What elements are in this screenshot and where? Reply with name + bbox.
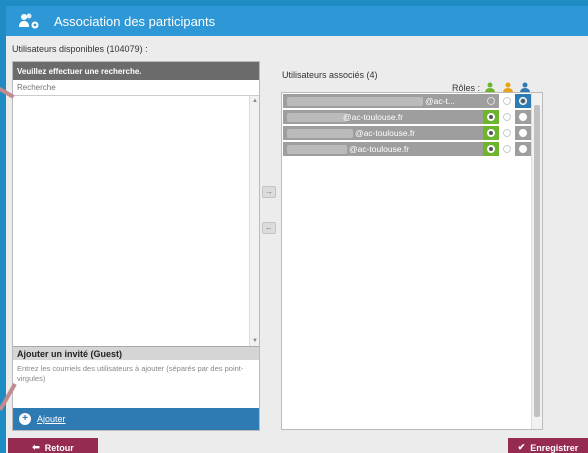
associated-user-row[interactable]: @ac-toulouse.fr bbox=[283, 110, 531, 125]
move-right-button[interactable]: → bbox=[262, 186, 276, 198]
search-input[interactable] bbox=[17, 83, 255, 92]
dialog-window: Association des participants Utilisateur… bbox=[6, 6, 588, 453]
role-moderator-radio[interactable] bbox=[499, 94, 515, 108]
back-button-label: Retour bbox=[44, 442, 74, 453]
guest-section-header: Ajouter un invité (Guest) bbox=[13, 346, 259, 360]
user-email: @ac-t... bbox=[425, 96, 455, 106]
available-users-panel: Veuillez effectuer une recherche. ▲ ▼ Aj… bbox=[12, 61, 260, 431]
redacted-name bbox=[287, 97, 423, 106]
role-owner-radio[interactable] bbox=[515, 126, 531, 140]
move-left-button[interactable]: ← bbox=[262, 222, 276, 234]
available-users-label: Utilisateurs disponibles (104079) : bbox=[12, 44, 148, 54]
check-icon: ✔ bbox=[517, 442, 526, 452]
dialog-titlebar: Association des participants bbox=[6, 6, 588, 36]
role-owner-radio[interactable] bbox=[515, 94, 531, 108]
associated-user-row[interactable]: @ac-t... bbox=[283, 94, 531, 109]
role-participant-radio[interactable] bbox=[483, 94, 499, 108]
available-list-scrollbar[interactable]: ▲ ▼ bbox=[249, 96, 259, 346]
available-users-header: Veuillez effectuer une recherche. bbox=[13, 62, 259, 80]
associated-user-row[interactable]: @ac-toulouse.fr bbox=[283, 126, 531, 141]
redacted-name bbox=[287, 129, 353, 138]
associated-users-panel: @ac-t... @ac-toulouse.fr @ac-toulouse.fr… bbox=[281, 92, 543, 430]
search-box bbox=[13, 80, 259, 96]
role-moderator-radio[interactable] bbox=[499, 142, 515, 156]
user-email: @ac-toulouse.fr bbox=[355, 128, 416, 138]
scrollbar-thumb[interactable] bbox=[534, 105, 540, 417]
user-email: @ac-toulouse.fr bbox=[349, 144, 410, 154]
dialog-title: Association des participants bbox=[54, 13, 216, 29]
available-users-list[interactable]: ▲ ▼ bbox=[13, 96, 259, 346]
role-participant-radio[interactable] bbox=[483, 110, 499, 124]
save-button-label: Enregistrer bbox=[530, 442, 579, 453]
scroll-up-icon[interactable]: ▲ bbox=[251, 97, 259, 105]
guest-emails-textarea[interactable]: Entrez les courriels des utilisateurs à … bbox=[13, 360, 259, 408]
add-guest-label: Ajouter bbox=[37, 414, 66, 424]
save-button[interactable]: ✔ Enregistrer bbox=[508, 438, 588, 453]
role-owner-radio[interactable] bbox=[515, 110, 531, 124]
role-participant-radio[interactable] bbox=[483, 142, 499, 156]
role-participant-radio[interactable] bbox=[483, 126, 499, 140]
associated-users-label: Utilisateurs associés (4) bbox=[282, 70, 378, 80]
role-moderator-radio[interactable] bbox=[499, 110, 515, 124]
associated-user-row[interactable]: @ac-toulouse.fr bbox=[283, 142, 531, 157]
users-gear-icon bbox=[18, 12, 40, 30]
redacted-name bbox=[287, 145, 347, 154]
plus-circle-icon: + bbox=[19, 413, 31, 425]
dialog-footer: ⬅ Retour ✔ Enregistrer bbox=[6, 434, 588, 453]
role-moderator-radio[interactable] bbox=[499, 126, 515, 140]
arrow-left-icon: ⬅ bbox=[32, 442, 40, 452]
back-button[interactable]: ⬅ Retour bbox=[8, 438, 98, 453]
role-owner-radio[interactable] bbox=[515, 142, 531, 156]
add-guest-button[interactable]: + Ajouter bbox=[13, 408, 259, 430]
scroll-down-icon[interactable]: ▼ bbox=[251, 337, 259, 345]
redacted-name bbox=[287, 113, 347, 122]
associated-list-scrollbar[interactable] bbox=[531, 93, 542, 429]
user-email: @ac-toulouse.fr bbox=[343, 112, 404, 122]
